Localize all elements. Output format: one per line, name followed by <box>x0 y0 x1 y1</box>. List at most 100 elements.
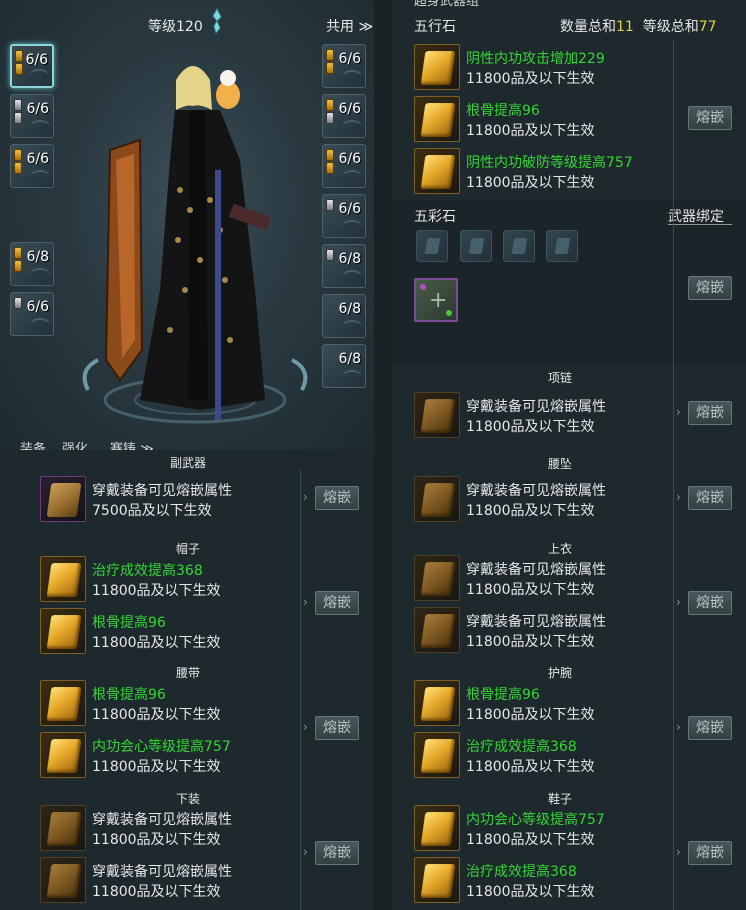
stone-shape <box>46 483 82 517</box>
gem-row: 穿戴装备可见熔嵌属性 11800品及以下生效 <box>414 390 674 440</box>
stone-shape <box>420 51 456 85</box>
inlay-button[interactable]: 熔嵌 <box>688 841 732 865</box>
gem-stone-icon[interactable] <box>414 857 460 903</box>
gem-effect: 内功会心等级提高757 <box>466 812 605 828</box>
slot-count: 6/6 <box>26 151 49 167</box>
gem-stone-icon[interactable] <box>414 732 460 778</box>
inlay-button[interactable]: 熔嵌 <box>315 841 359 865</box>
equipment-slot[interactable]: 6/8 <box>322 344 366 388</box>
slot-placeholder-icon <box>30 170 50 184</box>
gem-requirement: 11800品及以下生效 <box>92 583 221 599</box>
inlay-button[interactable]: 熔嵌 <box>688 486 732 510</box>
wucai-inlay-button[interactable]: 熔嵌 <box>688 276 732 300</box>
gem-effect: 治疗成效提高368 <box>466 739 577 755</box>
gem-stone-icon[interactable] <box>414 805 460 851</box>
gem-effect: 治疗成效提高368 <box>92 563 203 579</box>
gem-icon <box>326 112 334 124</box>
chevron-right-icon: › <box>676 595 681 609</box>
wucai-slot-3[interactable] <box>503 230 535 262</box>
gem-row: 根骨提高96 11800品及以下生效 <box>40 678 300 728</box>
gem-stone-icon[interactable] <box>414 148 460 194</box>
gem-stone-icon[interactable] <box>414 96 460 142</box>
gem-requirement: 11800品及以下生效 <box>92 884 221 900</box>
gem-icon <box>326 149 334 161</box>
wucai-slot-1[interactable] <box>416 230 448 262</box>
gem-stone-icon[interactable] <box>414 555 460 601</box>
gem-stone-icon[interactable] <box>40 857 86 903</box>
inlay-button[interactable]: 熔嵌 <box>688 401 732 425</box>
gem-effect: 根骨提高96 <box>92 687 166 703</box>
slot-count: 6/6 <box>338 151 361 167</box>
gem-icon <box>14 247 22 259</box>
inlay-button[interactable]: 熔嵌 <box>688 716 732 740</box>
gem-requirement: 11800品及以下生效 <box>466 175 595 191</box>
slot-placeholder-icon <box>29 69 49 83</box>
gem-icon <box>14 99 22 111</box>
chevron-right-icon: › <box>676 720 681 734</box>
gem-stone-icon[interactable] <box>414 44 460 90</box>
equipment-slot[interactable]: 6/6 <box>322 144 366 188</box>
gem-row: 治疗成效提高368 11800品及以下生效 <box>40 554 300 604</box>
tab-enhance[interactable]: 强化 <box>62 438 88 450</box>
gem-effect: 内功会心等级提高757 <box>92 739 231 755</box>
inlay-button[interactable]: 熔嵌 <box>315 591 359 615</box>
equipment-slot[interactable]: 6/8 <box>322 244 366 288</box>
gem-stone-icon[interactable] <box>40 680 86 726</box>
tab-forge[interactable]: 赛铸 ≫ <box>110 438 154 450</box>
gem-requirement: 11800品及以下生效 <box>92 832 221 848</box>
inlay-button[interactable]: 熔嵌 <box>315 716 359 740</box>
gem-stone-icon[interactable] <box>414 476 460 522</box>
green-dot-icon <box>446 310 452 316</box>
slot-placeholder-icon <box>30 120 50 134</box>
stone-shape <box>420 155 456 189</box>
add-wucai-slot[interactable] <box>414 278 458 322</box>
five-element-inlay-button[interactable]: 熔嵌 <box>688 106 732 130</box>
equipment-slot[interactable]: 6/6 <box>322 44 366 88</box>
tab-equipment[interactable]: 装备 <box>20 438 46 450</box>
gem-row: 穿戴装备可见熔嵌属性 7500品及以下生效 <box>40 474 300 524</box>
gem-row: 根骨提高96 11800品及以下生效 <box>40 606 300 656</box>
equipment-slot[interactable]: 6/6 <box>322 94 366 138</box>
equipment-slot[interactable]: 6/6 <box>10 144 54 188</box>
weapon-bind-label[interactable]: 武器绑定 <box>668 206 724 226</box>
gem-requirement: 11800品及以下生效 <box>466 419 595 435</box>
gem-icon <box>326 99 334 111</box>
gem-row: 穿戴装备可见熔嵌属性 11800品及以下生效 <box>414 553 674 603</box>
level-emblem-icon <box>212 8 222 34</box>
slot-placeholder-icon <box>342 270 362 284</box>
stone-shape <box>46 739 82 773</box>
section-title: 项链 <box>547 371 572 385</box>
inlay-button[interactable]: 熔嵌 <box>315 486 359 510</box>
equipment-slot[interactable]: 6/6 <box>322 194 366 238</box>
gem-stone-icon[interactable] <box>40 556 86 602</box>
gem-row: 根骨提高96 11800品及以下生效 <box>414 678 674 728</box>
equipment-slot[interactable]: 6/6 <box>10 44 54 88</box>
gem-stone-icon[interactable] <box>414 392 460 438</box>
equipment-slot[interactable]: 6/8 <box>322 294 366 338</box>
gem-stone-icon[interactable] <box>40 608 86 654</box>
gem-stone-icon[interactable] <box>40 805 86 851</box>
equipment-slot[interactable]: 6/6 <box>10 292 54 336</box>
five-element-totals: 数量总和11 等级总和77 <box>560 16 717 36</box>
equipment-slot[interactable]: 6/6 <box>10 94 54 138</box>
equipment-slot[interactable]: 6/8 <box>10 242 54 286</box>
slot-placeholder-icon <box>342 220 362 234</box>
gem-requirement: 11800品及以下生效 <box>466 503 595 519</box>
gem-effect: 阴性内功攻击增加229 <box>466 51 605 67</box>
wucai-slot-2[interactable] <box>460 230 492 262</box>
gem-requirement: 11800品及以下生效 <box>466 832 595 848</box>
gem-stone-icon[interactable] <box>414 680 460 726</box>
inlay-button[interactable]: 熔嵌 <box>688 591 732 615</box>
character-model[interactable] <box>80 40 310 440</box>
gem-stone-icon[interactable] <box>40 732 86 778</box>
chevron-right-icon: › <box>676 405 681 419</box>
gem-effect: 治疗成效提高368 <box>466 864 577 880</box>
wucai-slot-4[interactable] <box>546 230 578 262</box>
gem-stone-icon[interactable] <box>414 607 460 653</box>
stone-shape <box>420 483 456 517</box>
stone-shape <box>420 739 456 773</box>
gem-stone-icon[interactable] <box>40 476 86 522</box>
level-label: 等级120 <box>148 19 203 35</box>
shared-link[interactable]: 共用 ≫ <box>326 16 373 36</box>
gem-requirement: 11800品及以下生效 <box>466 634 595 650</box>
